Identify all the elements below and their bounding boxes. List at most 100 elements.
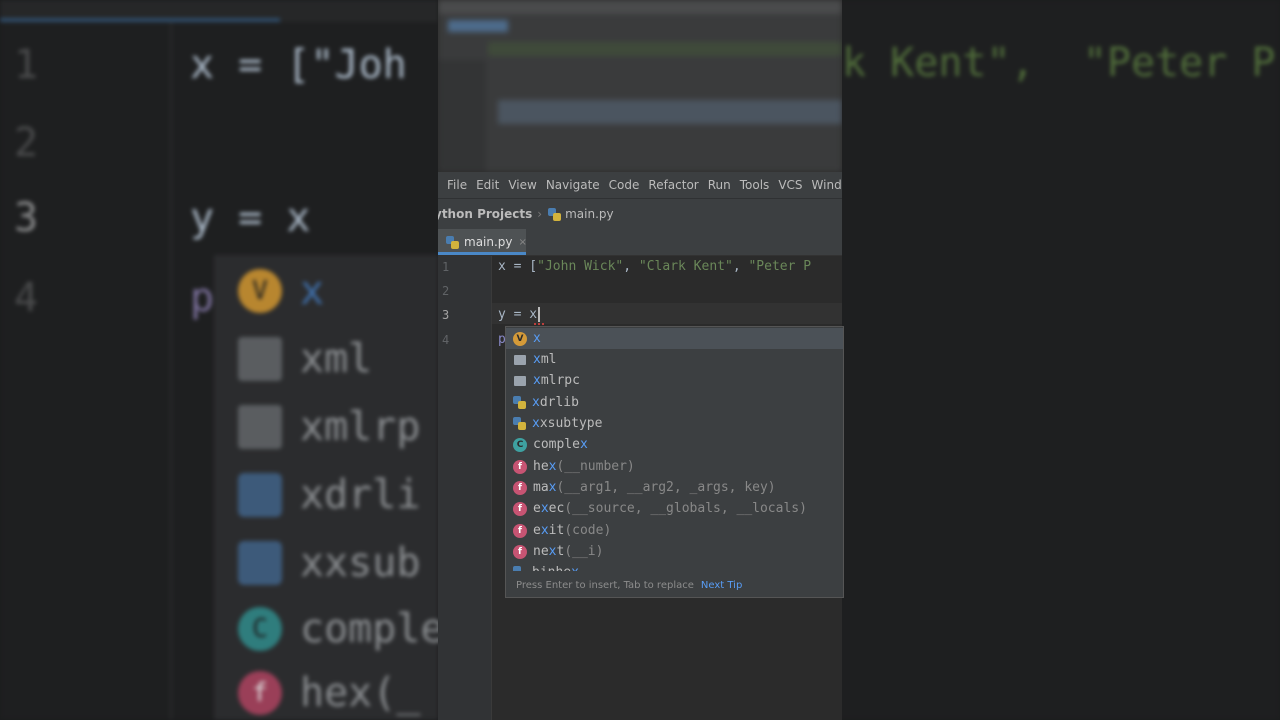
code-token: y = x [498, 307, 538, 322]
python-file-icon [446, 235, 459, 249]
menu-navigate[interactable]: Navigate [546, 178, 600, 192]
match-text: x [532, 395, 540, 410]
zoom-item: Ccomple [238, 604, 445, 654]
completion-item[interactable]: xxsubtype [506, 413, 843, 434]
rest-text: ml [540, 352, 557, 367]
close-icon[interactable]: × [519, 237, 527, 248]
menu-view[interactable]: View [508, 178, 536, 192]
breadcrumb-file[interactable]: main.py [565, 207, 614, 221]
signature: (__arg1, __arg2, _args, key) [556, 480, 776, 495]
completion-item[interactable]: xdrlib [506, 392, 843, 413]
signature: (__number) [556, 459, 635, 474]
blur-band [498, 100, 842, 124]
current-line-highlight [492, 303, 842, 324]
menu-edit[interactable]: Edit [476, 178, 499, 192]
pre-text: e [533, 501, 541, 516]
completion-popup: V x xml xmlrpc xdrlib xxsubtype C comple… [505, 326, 844, 598]
menu-bar: File Edit View Navigate Code Refactor Ru… [438, 172, 842, 198]
zoom-function-icon: f [238, 671, 282, 715]
completion-item[interactable]: C complex [506, 434, 843, 455]
code-token: , [623, 259, 639, 274]
menu-file[interactable]: File [447, 178, 467, 192]
zoom-code-line-1: x = ["Joh [190, 42, 407, 88]
line-number: 1 [442, 260, 450, 274]
completion-text: xml [533, 352, 556, 367]
blurred-window-top [438, 0, 842, 172]
python-file-icon [548, 207, 562, 221]
zoom-item: xdrli [238, 470, 420, 520]
zoom-item-text: hex(_ [300, 670, 421, 716]
completion-item[interactable]: xmlrpc [506, 370, 843, 391]
rest-text: xsubtype [539, 416, 603, 431]
zoom-item: xml [238, 334, 372, 384]
rest-text: it [548, 523, 565, 538]
zoom-line-number: 2 [14, 120, 39, 166]
code-line-1: x = ["John Wick", "Clark Kent", "Peter P [498, 259, 811, 274]
line-number: 3 [442, 308, 450, 322]
menu-code[interactable]: Code [609, 178, 640, 192]
tab-label: main.py [464, 235, 513, 249]
menu-refactor[interactable]: Refactor [648, 178, 698, 192]
string-literal: "John Wick" [537, 259, 624, 274]
match-text: x [548, 459, 557, 474]
blur-band [488, 42, 842, 56]
zoom-line-number: 3 [14, 195, 39, 241]
zoom-code-line-4: p [190, 275, 215, 321]
zoom-package-icon [238, 405, 282, 449]
next-tip-link[interactable]: Next Tip [701, 580, 742, 591]
match-text: x [571, 565, 579, 571]
line-number: 4 [442, 333, 450, 347]
completion-text: exit [533, 523, 564, 538]
blur-band [448, 20, 508, 32]
blur-band [438, 60, 486, 172]
zoom-package-icon [238, 337, 282, 381]
completion-item[interactable]: f next (__i) [506, 541, 843, 562]
completion-item[interactable]: xml [506, 349, 843, 370]
completion-text: xdrlib [532, 395, 579, 410]
active-tab-indicator [438, 252, 526, 255]
match-text: x [533, 352, 541, 367]
signature: (__source, __globals, __locals) [564, 501, 807, 516]
completion-item[interactable]: f hex (__number) [506, 456, 843, 477]
menu-tools[interactable]: Tools [740, 178, 770, 192]
breadcrumb: ython Projects › main.py [438, 198, 842, 229]
zoom-topbar [0, 0, 438, 22]
completion-item[interactable]: f exec (__source, __globals, __locals) [506, 498, 843, 519]
completion-item[interactable]: f max (__arg1, __arg2, _args, key) [506, 477, 843, 498]
zoom-item-text: xml [300, 336, 373, 382]
zoom-item-text: x [300, 268, 325, 314]
completion-item-selected[interactable]: V x [506, 328, 843, 349]
signature: (__i) [564, 544, 604, 559]
error-squiggle [534, 321, 544, 325]
function-icon: f [513, 459, 527, 474]
menu-run[interactable]: Run [708, 178, 731, 192]
python-module-icon [513, 396, 526, 409]
string-literal: "Clark Kent" [638, 259, 733, 274]
completion-footer: Press Enter to insert, Tab to replace Ne… [506, 574, 843, 597]
completion-item[interactable]: binhex [506, 562, 843, 571]
completion-text: exec [533, 501, 564, 516]
code-token: , [732, 259, 749, 274]
python-module-icon [513, 566, 526, 571]
completion-item[interactable]: f exit (code) [506, 520, 843, 541]
menu-vcs[interactable]: VCS [778, 178, 802, 192]
zoom-item-text: comple [300, 606, 445, 652]
breadcrumb-project[interactable]: ython Projects [438, 207, 532, 221]
zoom-item-text: xxsub [300, 540, 421, 586]
match-text: x [540, 523, 549, 538]
completion-text: binhex [532, 565, 579, 571]
rest-text: drlib [539, 395, 579, 410]
tab-main-py[interactable]: main.py × [438, 229, 527, 255]
rest-text: ec [548, 501, 565, 516]
zoom-item: xxsub [238, 538, 420, 588]
menu-window[interactable]: Wind [812, 178, 842, 192]
match-text: x [532, 416, 540, 431]
text-caret [538, 307, 541, 322]
zoom-item-text: xdrli [300, 472, 421, 518]
rest-text: t [556, 544, 565, 559]
signature: (code) [564, 523, 612, 538]
completion-list: V x xml xmlrpc xdrlib xxsubtype C comple… [506, 327, 843, 571]
pre-text: e [533, 523, 541, 538]
completion-hint: Press Enter to insert, Tab to replace [516, 580, 694, 591]
package-folder-icon [514, 375, 526, 386]
